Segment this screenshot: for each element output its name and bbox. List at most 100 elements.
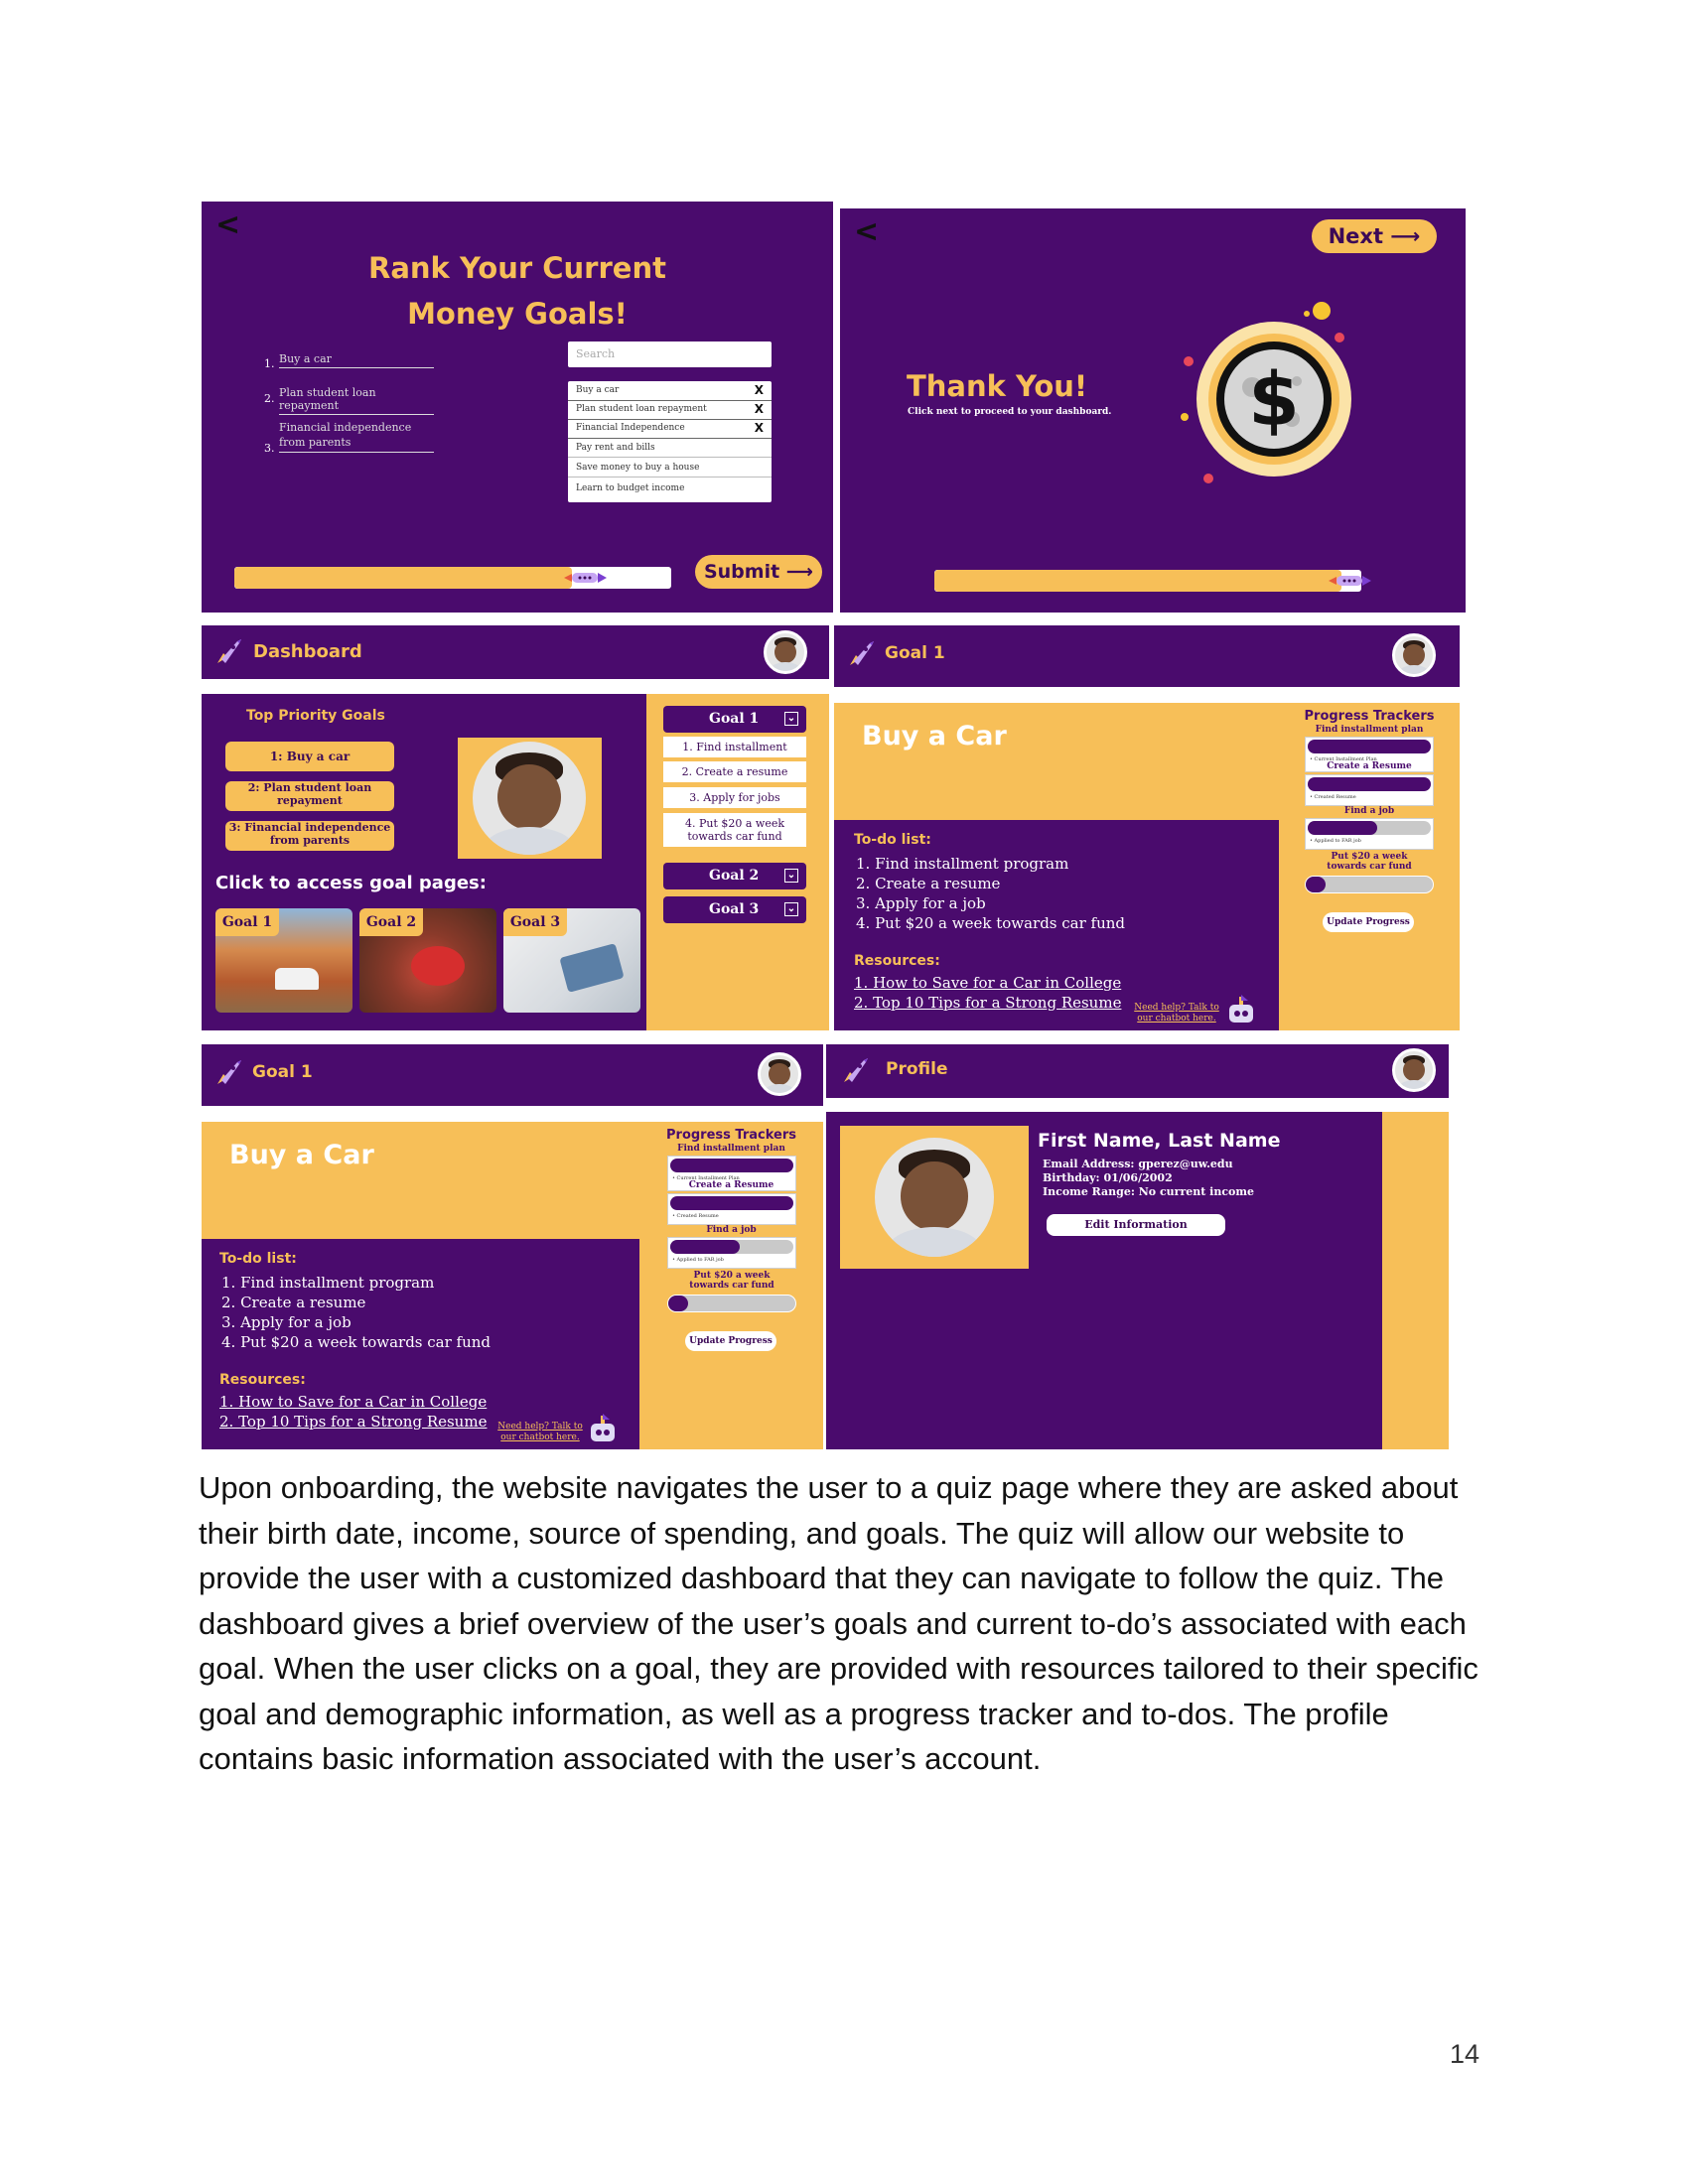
todo-item[interactable]: 3. Apply for a job <box>221 1312 491 1332</box>
resource-link[interactable]: 2. Top 10 Tips for a Strong Resume <box>854 994 1121 1012</box>
update-progress-button[interactable]: Update Progress <box>1323 912 1414 932</box>
rocket-icon <box>562 570 608 590</box>
tracker-card[interactable]: • Created Resume <box>667 1193 796 1225</box>
profile-photo <box>875 1138 994 1257</box>
option-item[interactable]: Buy a car X <box>568 381 772 401</box>
search-input[interactable]: Search <box>568 341 772 367</box>
tracker-label: Find a job <box>1343 806 1395 816</box>
ranked-goal[interactable]: Financial independence from parents <box>279 420 434 453</box>
user-avatar[interactable] <box>764 630 807 674</box>
back-icon[interactable]: < <box>215 207 240 242</box>
goal-2-tab[interactable]: Goal 2 ⌄ <box>663 863 806 889</box>
tracker-note: • Created Resume <box>1310 794 1356 800</box>
tracker-card[interactable]: • Applied to FAR job <box>667 1237 796 1269</box>
page-number: 14 <box>1450 2039 1480 2069</box>
goal-screen-b: Goal 1 Buy a Car To-do list: 1. Find ins… <box>202 1044 823 1449</box>
resource-link[interactable]: 1. How to Save for a Car in College <box>854 974 1121 992</box>
thank-you-subtitle: Click next to proceed to your dashboard. <box>908 407 1112 417</box>
todo-item[interactable]: 4. Put $20 a week towards car fund <box>221 1332 491 1352</box>
todo-item[interactable]: 3. Apply for a job <box>856 893 1125 913</box>
option-item[interactable]: Plan student loan repayment X <box>568 400 772 420</box>
resource-link[interactable]: 2. Top 10 Tips for a Strong Resume <box>219 1413 487 1431</box>
goal-card-label: Goal 1 <box>215 908 279 936</box>
tracker-card[interactable]: • Created Resume <box>1305 774 1434 806</box>
tracker-bar <box>1306 877 1326 892</box>
tracker-track[interactable] <box>667 1295 796 1312</box>
update-progress-button[interactable]: Update Progress <box>685 1331 776 1351</box>
remove-icon[interactable]: X <box>755 400 764 419</box>
goal-1-item[interactable]: 1. Find installment program <box>663 737 806 774</box>
progress-trackers: Progress Trackers Find installment plan … <box>639 1122 823 1449</box>
remove-icon[interactable]: X <box>755 381 764 400</box>
chatbot-help-link[interactable]: Need help? Talk to our chatbot here. <box>495 1422 585 1443</box>
tracker-card[interactable]: • Applied to FAR job <box>1305 818 1434 850</box>
goal-1-tab[interactable]: Goal 1 ⌄ <box>663 706 806 733</box>
rocket-logo-icon[interactable] <box>211 635 245 673</box>
user-avatar[interactable] <box>1392 633 1436 677</box>
tracker-track[interactable] <box>1305 876 1434 893</box>
user-avatar[interactable] <box>1392 1048 1436 1092</box>
goal-navbar: Goal 1 <box>202 1044 823 1106</box>
option-item[interactable]: Financial Independence X <box>568 419 772 439</box>
nav-title: Dashboard <box>253 641 362 662</box>
coin-illustration: $ <box>1173 298 1371 500</box>
robot-icon[interactable] <box>1224 995 1258 1030</box>
robot-icon[interactable] <box>586 1414 620 1449</box>
goal-card-3[interactable]: Goal 3 <box>503 908 640 1013</box>
goal-card-2[interactable]: Goal 2 <box>359 908 496 1013</box>
todo-list: 1. Find installment program 2. Create a … <box>856 854 1125 933</box>
edit-information-button[interactable]: Edit Information <box>1047 1214 1225 1236</box>
ranked-goal[interactable]: Buy a car <box>279 352 434 368</box>
next-button[interactable]: Next ⟶ <box>1312 219 1437 253</box>
tracker-bar <box>670 1196 793 1210</box>
chevron-down-icon[interactable]: ⌄ <box>784 869 798 883</box>
tracker-bar <box>1308 740 1431 753</box>
todo-panel: To-do list: 1. Find installment program … <box>202 1239 639 1449</box>
todo-item[interactable]: 1. Find installment program <box>221 1273 491 1293</box>
quiz-title-line1: Rank Your Current <box>368 251 666 285</box>
nav-title: Goal 1 <box>885 643 945 663</box>
rank-number: 2. <box>264 392 275 405</box>
rocket-logo-icon[interactable] <box>838 1054 872 1092</box>
todo-item[interactable]: 4. Put $20 a week towards car fund <box>856 913 1125 933</box>
resource-link[interactable]: 1. How to Save for a Car in College <box>219 1393 487 1411</box>
top-goal-item[interactable]: 2: Plan student loan repayment <box>225 781 394 811</box>
todo-item[interactable]: 2. Create a resume <box>221 1293 491 1312</box>
profile-screen: Profile First Name, Last Name Email Addr… <box>826 1044 1449 1449</box>
quiz-screen: < Rank Your Current Money Goals! 1. Buy … <box>202 202 833 613</box>
todo-item[interactable]: 1. Find installment program <box>856 854 1125 874</box>
submit-button[interactable]: Submit ⟶ <box>695 555 822 589</box>
user-avatar[interactable] <box>758 1052 801 1096</box>
dashboard-main: Top Priority Goals 1: Buy a car 2: Plan … <box>202 694 646 1030</box>
option-item[interactable]: Learn to budget income <box>568 478 772 499</box>
chevron-down-icon[interactable]: ⌄ <box>784 902 798 916</box>
chevron-down-icon[interactable]: ⌄ <box>784 712 798 726</box>
quiz-title: Rank Your Current Money Goals! <box>202 245 833 337</box>
option-item[interactable]: Save money to buy a house <box>568 458 772 478</box>
goal-1-item[interactable]: 2. Create a resume <box>663 761 806 782</box>
todo-item[interactable]: 2. Create a resume <box>856 874 1125 893</box>
quiz-progress-fill <box>234 567 572 589</box>
goal-content: Buy a Car To-do list: 1. Find installmen… <box>834 703 1460 1030</box>
car-image <box>275 968 319 990</box>
option-item[interactable]: Pay rent and bills <box>568 438 772 458</box>
chatbot-help-link[interactable]: Need help? Talk to our chatbot here. <box>1132 1003 1221 1024</box>
remove-icon[interactable]: X <box>755 419 764 438</box>
credit-card-image <box>559 943 625 993</box>
todo-panel: To-do list: 1. Find installment program … <box>834 820 1279 1030</box>
goal-1-item[interactable]: 3. Apply for jobs <box>663 787 806 808</box>
goal-1-item[interactable]: 4. Put $20 a week towards car fund <box>663 813 806 847</box>
rocket-logo-icon[interactable] <box>211 1056 245 1094</box>
resources-label: Resources: <box>219 1372 306 1388</box>
top-goals-title: Top Priority Goals <box>246 708 385 724</box>
tracker-note: • Applied to FAR job <box>672 1257 724 1263</box>
tracker-note: • Applied to FAR job <box>1310 838 1361 844</box>
rocket-logo-icon[interactable] <box>844 637 878 675</box>
back-icon[interactable]: < <box>854 214 879 249</box>
top-goal-item[interactable]: 1: Buy a car <box>225 742 394 771</box>
profile-email: Email Address: gperez@uw.edu <box>1043 1158 1233 1170</box>
ranked-goal[interactable]: Plan student loan repayment <box>279 386 434 415</box>
goal-3-tab[interactable]: Goal 3 ⌄ <box>663 896 806 923</box>
goal-card-1[interactable]: Goal 1 <box>215 908 352 1013</box>
top-goal-item[interactable]: 3: Financial independence from parents <box>225 821 394 851</box>
